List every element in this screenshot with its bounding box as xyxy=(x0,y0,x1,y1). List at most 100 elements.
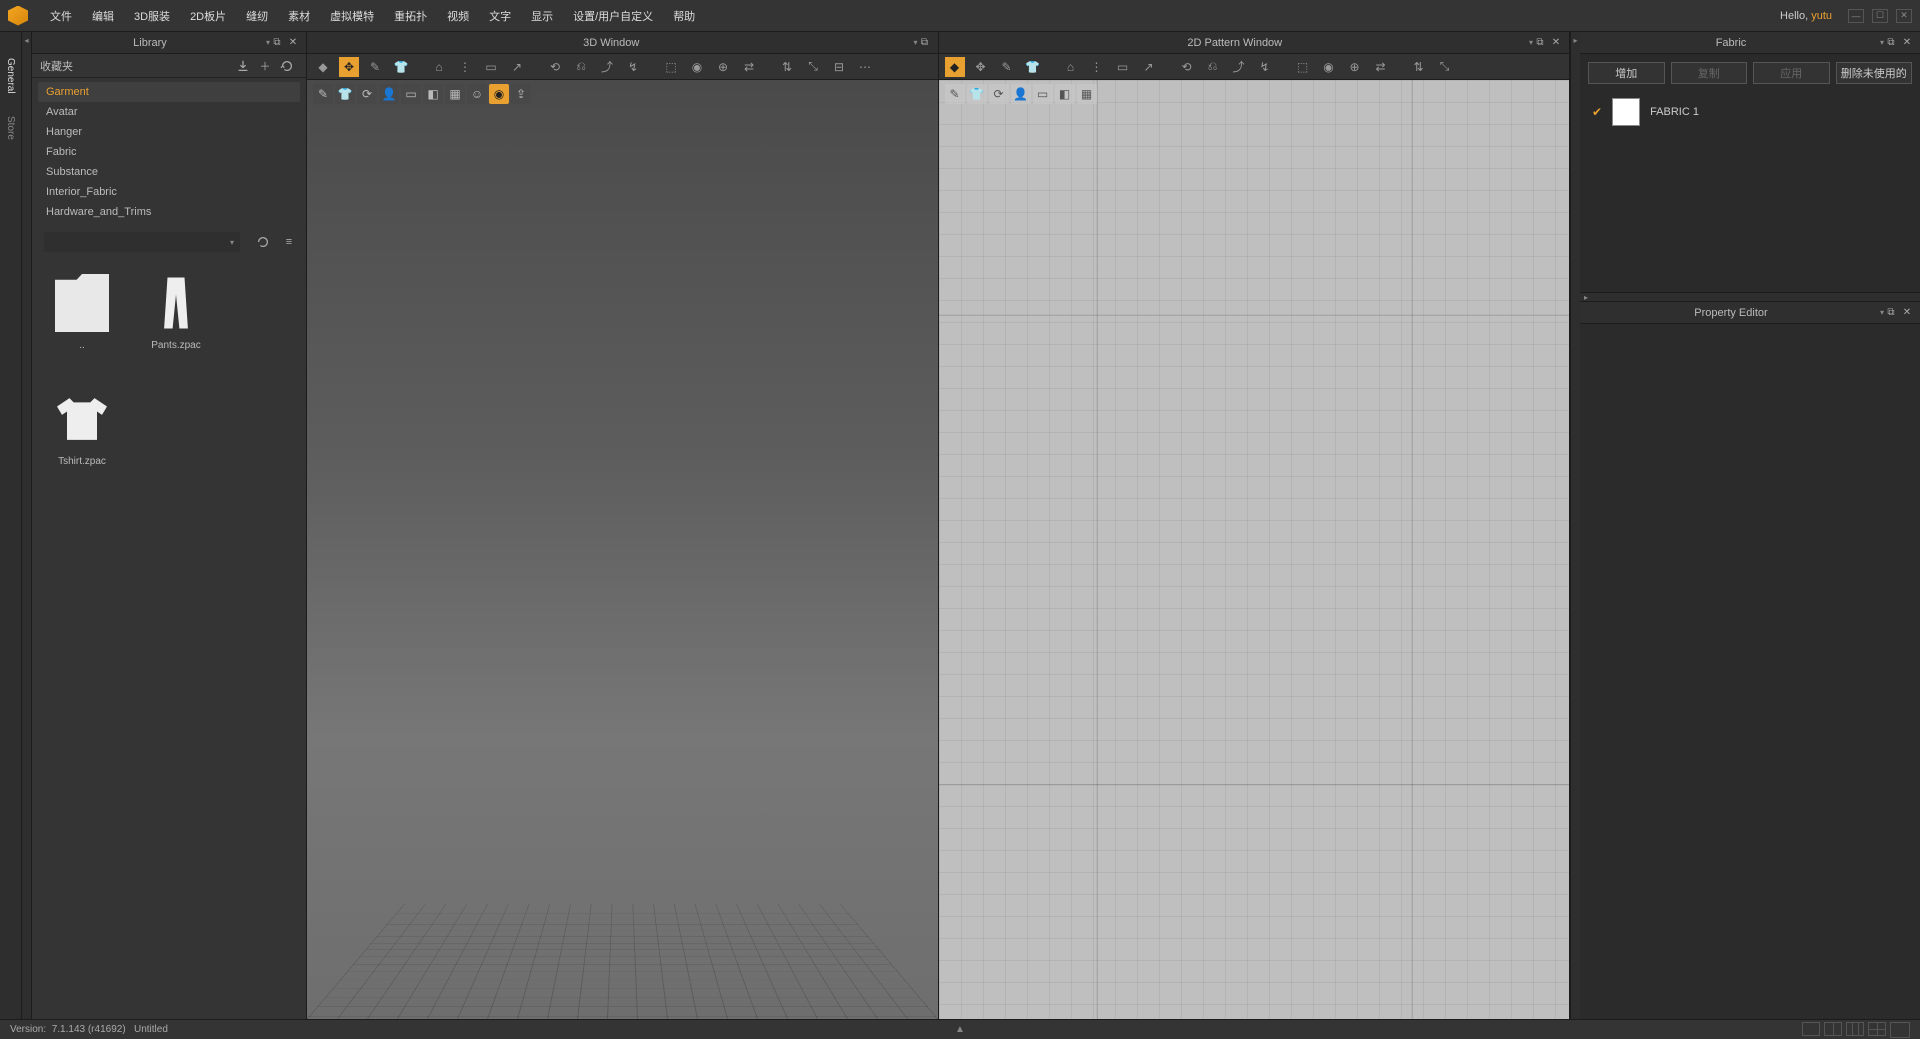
tb2d-tool-1[interactable]: ✥ xyxy=(971,57,991,77)
close-panel-icon[interactable]: ✕ xyxy=(1900,36,1914,50)
thumb-Tshirt.zpac[interactable]: Tshirt.zpac xyxy=(38,384,126,494)
sub3d-btn-2[interactable]: ⟳ xyxy=(357,84,377,104)
layout-4-icon[interactable] xyxy=(1868,1022,1886,1036)
undock-icon[interactable]: ⧉ xyxy=(1533,36,1547,50)
tb2d-tool-6[interactable]: ▭ xyxy=(1113,57,1133,77)
check-icon[interactable]: ✔ xyxy=(1592,105,1602,119)
tb2d-tool-12[interactable]: ⬚ xyxy=(1293,57,1313,77)
tb3d-tool-7[interactable]: ↗ xyxy=(507,57,527,77)
tb2d-tool-0[interactable]: ◆ xyxy=(945,57,965,77)
menu-item-3D服装[interactable]: 3D服装 xyxy=(124,4,180,28)
side-tab-store[interactable]: Store xyxy=(3,114,18,142)
menu-item-缝纫[interactable]: 缝纫 xyxy=(236,4,278,28)
library-category-hardware_and_trims[interactable]: Hardware_and_Trims xyxy=(38,202,300,222)
sub2d-btn-6[interactable]: ▦ xyxy=(1077,84,1097,104)
menu-item-帮助[interactable]: 帮助 xyxy=(663,4,705,28)
close-panel-icon[interactable]: ✕ xyxy=(286,36,300,50)
sub2d-btn-0[interactable]: ✎ xyxy=(945,84,965,104)
sub3d-btn-0[interactable]: ✎ xyxy=(313,84,333,104)
tb2d-tool-15[interactable]: ⇄ xyxy=(1371,57,1391,77)
menu-item-重拓扑[interactable]: 重拓扑 xyxy=(384,4,437,28)
path-refresh-icon[interactable] xyxy=(252,231,274,253)
sub2d-btn-4[interactable]: ▭ xyxy=(1033,84,1053,104)
layout-full-icon[interactable] xyxy=(1890,1022,1910,1038)
user-name[interactable]: yutu xyxy=(1811,10,1832,22)
fabric-swatch[interactable] xyxy=(1612,98,1640,126)
layout-2-icon[interactable] xyxy=(1824,1022,1842,1036)
undock-icon[interactable]: ⧉ xyxy=(1884,36,1898,50)
tb3d-tool-14[interactable]: ⊕ xyxy=(713,57,733,77)
fabric-delete-unused-button[interactable]: 删除未使用的 xyxy=(1836,62,1913,84)
right-collapse-handle[interactable]: ▸ xyxy=(1570,32,1580,1019)
tb2d-tool-17[interactable]: ⤡ xyxy=(1435,57,1455,77)
window-close-icon[interactable]: ✕ xyxy=(1896,9,1912,23)
window-maximize-icon[interactable]: ☐ xyxy=(1872,9,1888,23)
sub3d-btn-7[interactable]: ☺ xyxy=(467,84,487,104)
tb3d-tool-10[interactable]: ⤴ xyxy=(597,57,617,77)
library-category-fabric[interactable]: Fabric xyxy=(38,142,300,162)
tb3d-tool-2[interactable]: ✎ xyxy=(365,57,385,77)
tb2d-tool-2[interactable]: ✎ xyxy=(997,57,1017,77)
side-tab-general[interactable]: General xyxy=(3,56,18,96)
tb2d-tool-13[interactable]: ◉ xyxy=(1319,57,1339,77)
library-category-garment[interactable]: Garment xyxy=(38,82,300,102)
tb2d-tool-5[interactable]: ⋮ xyxy=(1087,57,1107,77)
tb2d-tool-14[interactable]: ⊕ xyxy=(1345,57,1365,77)
sub2d-btn-2[interactable]: ⟳ xyxy=(989,84,1009,104)
tb3d-tool-8[interactable]: ⟲ xyxy=(545,57,565,77)
tb3d-tool-5[interactable]: ⋮ xyxy=(455,57,475,77)
tb2d-tool-16[interactable]: ⇅ xyxy=(1409,57,1429,77)
library-category-interior_fabric[interactable]: Interior_Fabric xyxy=(38,182,300,202)
undock-icon[interactable]: ⧉ xyxy=(918,36,932,50)
tb3d-tool-6[interactable]: ▭ xyxy=(481,57,501,77)
tb3d-tool-1[interactable]: ✥ xyxy=(339,57,359,77)
sub2d-btn-1[interactable]: 👕 xyxy=(967,84,987,104)
tb3d-tool-17[interactable]: ⤡ xyxy=(803,57,823,77)
library-category-avatar[interactable]: Avatar xyxy=(38,102,300,122)
menu-item-2D板片[interactable]: 2D板片 xyxy=(180,4,236,28)
thumb-..[interactable]: .. xyxy=(38,268,126,378)
library-category-hanger[interactable]: Hanger xyxy=(38,122,300,142)
menu-item-素材[interactable]: 素材 xyxy=(278,4,320,28)
download-icon[interactable] xyxy=(232,55,254,77)
sub3d-btn-6[interactable]: ▦ xyxy=(445,84,465,104)
sub3d-btn-3[interactable]: 👤 xyxy=(379,84,399,104)
close-panel-icon[interactable]: ✕ xyxy=(1549,36,1563,50)
sub3d-btn-9[interactable]: ⇪ xyxy=(511,84,531,104)
tb2d-tool-8[interactable]: ⟲ xyxy=(1177,57,1197,77)
fabric-apply-button[interactable]: 应用 xyxy=(1753,62,1830,84)
layout-1-icon[interactable] xyxy=(1802,1022,1820,1036)
sub3d-btn-4[interactable]: ▭ xyxy=(401,84,421,104)
close-panel-icon[interactable]: ✕ xyxy=(1900,306,1914,320)
tb3d-tool-19[interactable]: ⋯ xyxy=(855,57,875,77)
fabric-item[interactable]: ✔ FABRIC 1 xyxy=(1580,92,1920,132)
menu-item-显示[interactable]: 显示 xyxy=(521,4,563,28)
tb3d-tool-3[interactable]: 👕 xyxy=(391,57,411,77)
menu-item-设置/用户自定义[interactable]: 设置/用户自定义 xyxy=(563,4,663,28)
property-collapse-handle[interactable]: ▸ xyxy=(1580,292,1920,302)
library-path-dropdown[interactable]: ▾ xyxy=(44,232,240,252)
tb2d-tool-4[interactable]: ⌂ xyxy=(1061,57,1081,77)
add-folder-icon[interactable]: ＋ xyxy=(254,55,276,77)
sub3d-btn-1[interactable]: 👕 xyxy=(335,84,355,104)
tb3d-tool-0[interactable]: ◆ xyxy=(313,57,333,77)
menu-item-文件[interactable]: 文件 xyxy=(40,4,82,28)
tb3d-tool-4[interactable]: ⌂ xyxy=(429,57,449,77)
tb3d-tool-9[interactable]: ⎌ xyxy=(571,57,591,77)
viewport-3d[interactable]: ✎👕⟳👤▭◧▦☺◉⇪ xyxy=(307,80,938,1019)
tb2d-tool-9[interactable]: ⎌ xyxy=(1203,57,1223,77)
tb3d-tool-16[interactable]: ⇅ xyxy=(777,57,797,77)
sub2d-btn-3[interactable]: 👤 xyxy=(1011,84,1031,104)
tb3d-tool-13[interactable]: ◉ xyxy=(687,57,707,77)
menu-item-虚拟模特[interactable]: 虚拟模特 xyxy=(320,4,384,28)
tb2d-tool-7[interactable]: ↗ xyxy=(1139,57,1159,77)
library-category-substance[interactable]: Substance xyxy=(38,162,300,182)
list-view-icon[interactable]: ≡ xyxy=(278,231,300,253)
refresh-icon[interactable] xyxy=(276,55,298,77)
menu-item-视频[interactable]: 视频 xyxy=(437,4,479,28)
tb2d-tool-10[interactable]: ⤴ xyxy=(1229,57,1249,77)
undock-icon[interactable]: ⧉ xyxy=(270,36,284,50)
tb3d-tool-12[interactable]: ⬚ xyxy=(661,57,681,77)
menu-item-文字[interactable]: 文字 xyxy=(479,4,521,28)
tb2d-tool-11[interactable]: ↯ xyxy=(1255,57,1275,77)
